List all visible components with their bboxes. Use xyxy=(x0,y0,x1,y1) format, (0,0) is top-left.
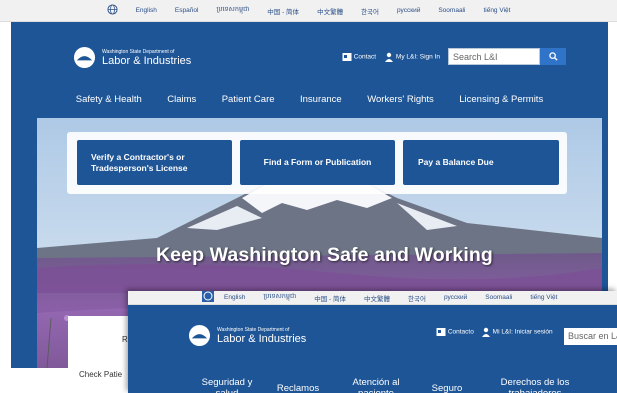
language-link-spanish[interactable]: Español xyxy=(175,7,199,14)
logo-line2: Labor & Industries xyxy=(217,332,307,345)
nav-es-safety-health[interactable]: Seguridad y salud xyxy=(192,377,262,393)
language-link-korean[interactable]: 한국어 xyxy=(361,6,379,16)
language-bar: English Español ប្រទេសកម្ពុជា 中国 - 简体 中文… xyxy=(0,0,617,22)
contact-link[interactable]: Contact xyxy=(342,52,376,62)
logo-line2: Labor & Industries xyxy=(102,54,192,67)
contact-card-icon xyxy=(436,328,446,336)
language-link-vietnamese[interactable]: tiếng Việt xyxy=(530,294,557,301)
contact-card-icon xyxy=(342,52,352,61)
spanish-site-window: English ប្រទេសកម្ពុជា 中国 - 简体 中文繁體 한국어 р… xyxy=(128,291,617,393)
site-header-es: Washington State Department of Labor & I… xyxy=(128,305,617,393)
header-utilities-es: Contacto Mi L&I: Iniciar sesión xyxy=(436,327,553,337)
hero-left-edge xyxy=(11,118,37,368)
search-button[interactable] xyxy=(540,48,566,65)
language-link-chinese-traditional[interactable]: 中文繁體 xyxy=(317,6,343,16)
nav-label-line1: Derechos de los xyxy=(500,377,570,388)
signin-link-es[interactable]: Mi L&I: Iniciar sesión xyxy=(481,327,553,337)
language-link-somali[interactable]: Soomaali xyxy=(438,7,465,14)
site-logo[interactable]: Washington State Department of Labor & I… xyxy=(73,46,191,69)
nav-workers-rights[interactable]: Workers' Rights xyxy=(367,94,434,105)
search-icon xyxy=(548,52,558,61)
language-link-khmer[interactable]: ប្រទេសកម្ពុជា xyxy=(216,6,249,15)
nav-safety-health[interactable]: Safety & Health xyxy=(76,94,142,105)
search-group: Search L&I xyxy=(448,48,566,65)
lni-logo-icon xyxy=(188,324,211,347)
search-input-es[interactable]: Buscar en L& xyxy=(564,328,617,345)
contact-link-es[interactable]: Contacto xyxy=(436,327,474,337)
search-input[interactable]: Search L&I xyxy=(448,48,540,65)
pay-balance-button[interactable]: Pay a Balance Due xyxy=(403,140,559,185)
globe-icon[interactable] xyxy=(107,4,118,17)
nav-label-line2: paciente xyxy=(340,388,412,393)
language-link-russian[interactable]: русский xyxy=(397,7,420,14)
language-link-russian[interactable]: русский xyxy=(444,294,467,301)
screenshot-stage: English Español ប្រទេសកម្ពុជា 中国 - 简体 中文… xyxy=(0,0,617,393)
nav-label-line2: salud xyxy=(192,388,262,393)
language-link-chinese-simplified[interactable]: 中国 - 简体 xyxy=(267,6,299,16)
nav-label-line1: Seguro xyxy=(431,383,463,393)
language-link-chinese-traditional[interactable]: 中文繁體 xyxy=(364,293,390,303)
language-link-chinese-simplified[interactable]: 中国 - 简体 xyxy=(314,293,346,303)
nav-es-workers-rights[interactable]: Derechos de los trabajadores xyxy=(492,377,578,393)
nav-label-line1: Atención al xyxy=(352,377,400,388)
contact-label: Contact xyxy=(353,53,377,61)
language-link-english[interactable]: English xyxy=(224,294,245,301)
user-icon xyxy=(481,327,490,337)
hero-headline: Keep Washington Safe and Working xyxy=(156,244,493,266)
verify-contractor-button[interactable]: Verify a Contractor's or Tradesperson's … xyxy=(77,140,232,185)
verify-contractor-line1: Verify a Contractor's or xyxy=(91,151,185,162)
user-icon xyxy=(385,52,394,62)
signin-label-es: Mi L&I: Iniciar sesión xyxy=(492,328,553,336)
language-link-vietnamese[interactable]: tiếng Việt xyxy=(483,7,510,14)
nav-es-insurance[interactable]: Seguro xyxy=(422,383,472,393)
nav-licensing-permits[interactable]: Licensing & Permits xyxy=(459,94,543,105)
signin-label: My L&I: Sign In xyxy=(395,53,440,61)
contact-label-es: Contacto xyxy=(447,328,474,336)
site-logo-es[interactable]: Washington State Department of Labor & I… xyxy=(188,324,306,347)
globe-icon[interactable] xyxy=(202,291,214,304)
nav-patient-care[interactable]: Patient Care xyxy=(222,94,275,105)
nav-label-line2: trabajadores xyxy=(492,388,578,393)
nav-es-claims[interactable]: Reclamos xyxy=(268,383,328,393)
find-form-button[interactable]: Find a Form or Publication xyxy=(240,140,395,185)
nav-claims[interactable]: Claims xyxy=(167,94,196,105)
signin-link[interactable]: My L&I: Sign In xyxy=(384,52,440,62)
nav-insurance[interactable]: Insurance xyxy=(300,94,342,105)
lni-logo-icon xyxy=(73,46,96,69)
language-link-khmer[interactable]: ប្រទេសកម្ពុជា xyxy=(263,293,296,302)
main-nav: Safety & Health Claims Patient Care Insu… xyxy=(11,94,608,105)
nav-es-patient-care[interactable]: Atención al paciente xyxy=(340,377,412,393)
language-link-korean[interactable]: 한국어 xyxy=(408,293,426,303)
language-bar-es: English ប្រទេសកម្ពុជា 中国 - 简体 中文繁體 한국어 р… xyxy=(128,291,617,305)
language-link-english[interactable]: English xyxy=(136,7,157,14)
nav-label-line1: Reclamos xyxy=(276,383,320,393)
nav-label-line1: Seguridad y xyxy=(201,377,253,388)
check-patient-link[interactable]: Check Patie xyxy=(79,370,122,379)
header-utilities: Contact My L&I: Sign In Search L&I xyxy=(342,48,566,65)
language-link-somali[interactable]: Soomaali xyxy=(485,294,512,301)
card-peek-text: R xyxy=(122,335,128,344)
verify-contractor-line2: Tradesperson's License xyxy=(91,162,188,173)
